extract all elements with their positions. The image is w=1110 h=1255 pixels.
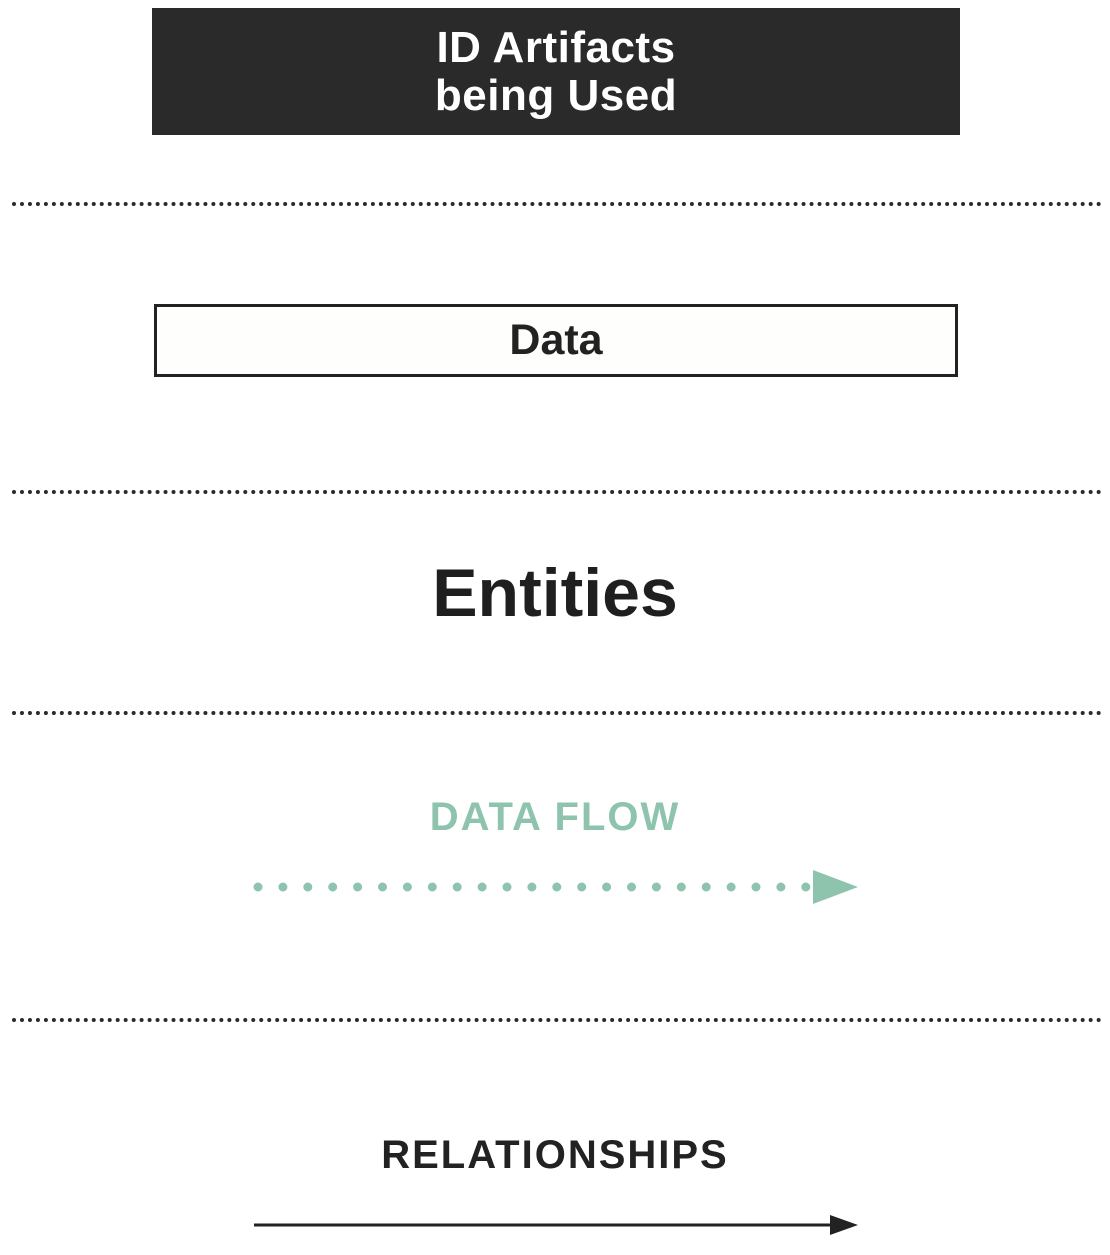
relationships-label: RELATIONSHIPS <box>381 1133 729 1177</box>
dotted-separator <box>12 490 1102 494</box>
entities-label: Entities <box>432 555 678 631</box>
data-box-label: Data <box>509 316 603 364</box>
artifact-box-title: ID Artifacts being Used <box>434 22 678 120</box>
relationships-arrowhead <box>830 1215 858 1235</box>
data-flow-arrowhead <box>813 870 858 904</box>
relationships-arrow-icon <box>254 1215 858 1235</box>
artifact-box: ID Artifacts being Used <box>152 8 960 135</box>
data-flow-arrow-icon <box>253 870 858 904</box>
diagram-legend: ID Artifacts being Used Data Entities DA… <box>0 0 1110 1255</box>
data-flow-label: DATA FLOW <box>429 795 681 839</box>
dotted-separator <box>12 711 1102 715</box>
dotted-separator <box>12 202 1102 206</box>
dotted-separator <box>12 1018 1102 1022</box>
data-box: Data <box>154 304 958 377</box>
